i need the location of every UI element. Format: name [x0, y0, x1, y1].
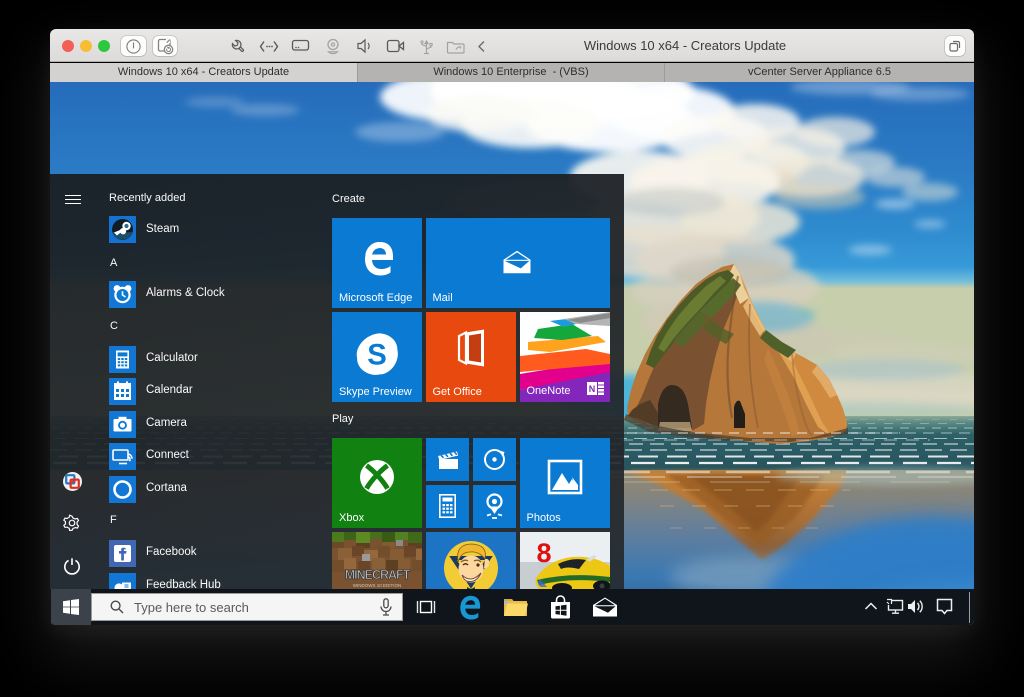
svg-text:8: 8	[536, 538, 551, 568]
svg-text:WINDOWS 10 EDITION: WINDOWS 10 EDITION	[353, 583, 402, 588]
svg-text:N: N	[588, 384, 595, 394]
svg-text:S: S	[367, 339, 387, 371]
svg-text:MINECRAFT: MINECRAFT	[345, 568, 411, 582]
